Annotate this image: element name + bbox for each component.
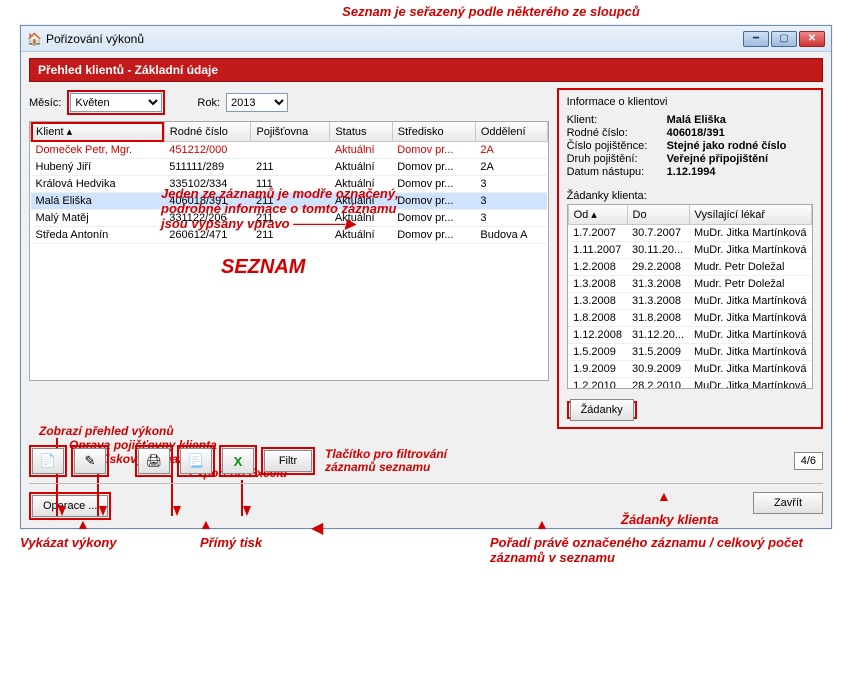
col-header[interactable]: Status xyxy=(330,122,392,142)
table-row[interactable]: 1.2.201028.2.2010MuDr. Jitka Martínková xyxy=(568,378,811,390)
info-panel: Informace o klientovi Klient:Malá Eliška… xyxy=(557,88,823,429)
month-select[interactable]: Květen xyxy=(70,93,162,112)
table-row[interactable]: Hubený Jiří511111/289211AktuálníDomov pr… xyxy=(31,159,548,176)
zadanky-table[interactable]: Od ▴DoVysílající lékař 1.7.200730.7.2007… xyxy=(567,204,813,389)
annotation-a7: Přímý tisk xyxy=(200,535,320,565)
annotation-mid1: Jeden ze záznamů je modře označený, xyxy=(161,186,399,201)
col-header[interactable]: Klient ▴ xyxy=(31,122,165,142)
col-header[interactable]: Vysílající lékař xyxy=(689,205,811,225)
col-header[interactable]: Rodné číslo xyxy=(164,122,251,142)
maximize-button[interactable]: ▢ xyxy=(771,31,797,47)
table-row[interactable]: 1.8.200831.8.2008MuDr. Jitka Martínková xyxy=(568,310,811,327)
table-row[interactable]: 1.9.200930.9.2009MuDr. Jitka Martínková xyxy=(568,361,811,378)
table-row[interactable]: 1.3.200831.3.2008Mudr. Petr Doležal xyxy=(568,276,811,293)
table-row[interactable]: Domeček Petr, Mgr.451212/000AktuálníDomo… xyxy=(31,142,548,159)
month-label: Měsíc: xyxy=(29,97,61,109)
annotation-a5: Tlačítko pro filtrování záznamů seznamu xyxy=(325,448,475,474)
titlebar: 🏠 Pořizování výkonů ━ ▢ ✕ xyxy=(21,26,831,52)
annotation-a9: Žádanky klienta xyxy=(621,512,719,527)
annotation-seznam: SEZNAM xyxy=(221,256,305,279)
record-counter: 4/6 xyxy=(794,452,823,470)
info-row: Rodné číslo:406018/391 xyxy=(567,127,813,139)
info-heading: Informace o klientovi xyxy=(567,96,813,108)
info-row: Datum nástupu:1.12.1994 xyxy=(567,166,813,178)
annotation-mid2: podrobné informace o tomto záznamu xyxy=(161,201,399,216)
print-manager-button[interactable]: 🖨 xyxy=(138,448,170,474)
annotation-a1: Zobrazí přehled výkonů xyxy=(39,424,287,438)
edit-insurance-button[interactable]: ✎ xyxy=(74,448,106,474)
table-row[interactable]: 1.5.200931.5.2009MuDr. Jitka Martínková xyxy=(568,344,811,361)
overview-button[interactable]: 📄 xyxy=(32,448,64,474)
table-row[interactable]: 1.12.200831.12.20...MuDr. Jitka Martínko… xyxy=(568,327,811,344)
close-button[interactable]: ✕ xyxy=(799,31,825,47)
client-table[interactable]: Klient ▴Rodné čísloPojišťovnaStatusStřed… xyxy=(29,121,549,381)
header-bar: Přehled klientů - Základní údaje xyxy=(29,58,823,82)
zadanky-heading: Žádanky klienta: xyxy=(567,190,813,202)
info-row: Druh pojištění:Veřejné připojištění xyxy=(567,153,813,165)
year-label: Rok: xyxy=(197,97,220,109)
year-select[interactable]: 2013 xyxy=(226,93,288,112)
table-row[interactable]: 1.3.200831.3.2008MuDr. Jitka Martínková xyxy=(568,293,811,310)
col-header[interactable]: Středisko xyxy=(392,122,475,142)
table-row[interactable]: 1.7.200730.7.2007MuDr. Jitka Martínková xyxy=(568,225,811,242)
col-header[interactable]: Od ▴ xyxy=(568,205,627,225)
minimize-button[interactable]: ━ xyxy=(743,31,769,47)
annotation-top: Seznam je seřazený podle některého ze sl… xyxy=(0,0,852,19)
direct-print-button[interactable]: 📃 xyxy=(180,448,212,474)
col-header[interactable]: Oddělení xyxy=(475,122,547,142)
annotation-a8: Pořadí právě označeného záznamu / celkov… xyxy=(490,535,832,565)
zavrit-button[interactable]: Zavřít xyxy=(753,492,823,514)
table-row[interactable]: 1.2.200829.2.2008Mudr. Petr Doležal xyxy=(568,259,811,276)
export-excel-button[interactable]: X xyxy=(222,448,254,474)
filter-button[interactable]: Filtr xyxy=(264,450,312,472)
info-row: Číslo pojištěnce:Stejné jako rodné číslo xyxy=(567,140,813,152)
app-icon: 🏠 xyxy=(27,32,42,46)
zadanky-button[interactable]: Žádanky xyxy=(570,399,634,421)
app-window: 🏠 Pořizování výkonů ━ ▢ ✕ Přehled klient… xyxy=(20,25,832,529)
col-header[interactable]: Pojišťovna xyxy=(251,122,330,142)
window-title: Pořizování výkonů xyxy=(46,32,144,46)
table-row[interactable]: 1.11.200730.11.20...MuDr. Jitka Martínko… xyxy=(568,242,811,259)
info-row: Klient:Malá Eliška xyxy=(567,114,813,126)
annotation-mid3: jsou vypsány vpravo ————▶ xyxy=(161,216,399,232)
annotation-a6: Vykázat výkony xyxy=(20,535,170,565)
col-header[interactable]: Do xyxy=(627,205,689,225)
